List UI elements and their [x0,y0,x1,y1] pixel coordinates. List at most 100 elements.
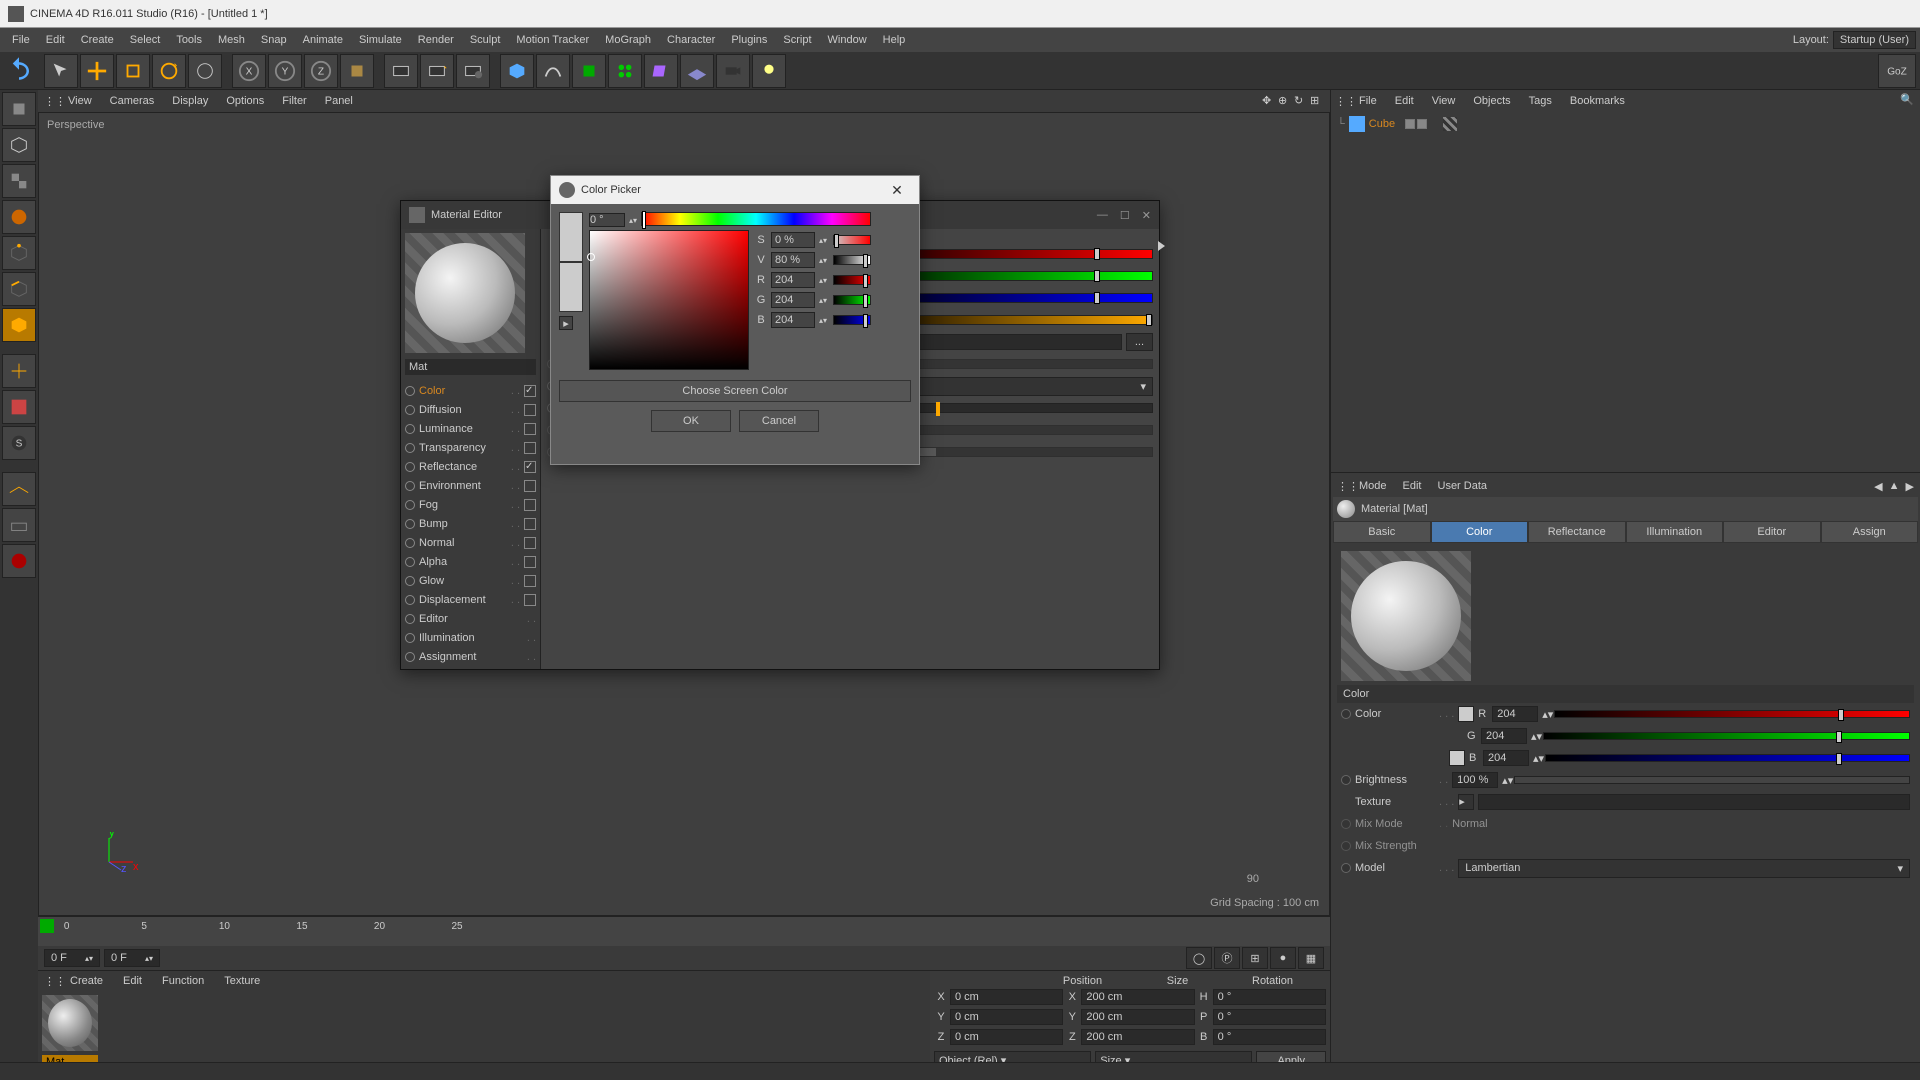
size-x[interactable]: 200 cm [1081,989,1194,1005]
me-channel-fog[interactable]: Fog. . [405,495,536,514]
pos-y[interactable]: 0 cm [950,1009,1063,1025]
cp-b-slider[interactable] [833,315,871,325]
me-channel-check[interactable] [524,385,536,397]
menu-motiontracker[interactable]: Motion Tracker [508,30,597,50]
add-deformer[interactable] [644,54,678,88]
edge-mode[interactable] [2,272,36,306]
material-preview[interactable] [1341,551,1471,681]
size-z[interactable]: 200 cm [1081,1029,1194,1045]
om-edit[interactable]: Edit [1387,93,1422,109]
vp-menu-filter[interactable]: Filter [274,93,314,109]
me-channel-reflectance[interactable]: Reflectance. . [405,457,536,476]
add-camera[interactable] [716,54,750,88]
model-mode[interactable] [2,128,36,162]
cp-v-slider[interactable] [833,255,871,265]
nav-up-icon[interactable]: ▲ [1889,480,1900,493]
locked-workplane[interactable] [2,472,36,506]
add-array[interactable] [608,54,642,88]
goz-button[interactable]: GoZ [1878,54,1916,88]
me-channel-check[interactable] [524,442,536,454]
me-channel-displacement[interactable]: Displacement. . [405,590,536,609]
color-swatch[interactable] [1458,706,1474,722]
color-picker-title-bar[interactable]: Color Picker ✕ [551,176,919,204]
cp-r[interactable]: 204 [771,272,815,288]
menu-file[interactable]: File [4,30,38,50]
me-channel-assignment[interactable]: Assignment. . [405,647,536,666]
cp-s[interactable]: 0 % [771,232,815,248]
attr-r[interactable]: 204 [1492,706,1538,722]
close-icon[interactable]: ✕ [1142,209,1151,222]
me-channel-glow[interactable]: Glow. . [405,571,536,590]
object-row-cube[interactable]: └ Cube [1337,114,1914,134]
maximize-icon[interactable]: ☐ [1120,209,1130,222]
mat-menu-create[interactable]: Create [62,973,111,989]
size-y[interactable]: 200 cm [1081,1009,1194,1025]
live-select-tool[interactable] [44,54,78,88]
attr-r-slider[interactable] [1554,710,1910,718]
tab-basic[interactable]: Basic [1333,521,1431,543]
play-frame[interactable]: ▦ [1298,947,1324,969]
me-name-field[interactable]: Mat [405,359,536,375]
cp-s-slider[interactable] [833,235,871,245]
frame-current[interactable]: 0 F▴▾ [104,949,160,967]
cp-g-slider[interactable] [833,295,871,305]
me-channel-environment[interactable]: Environment. . [405,476,536,495]
cp-v[interactable]: 80 % [771,252,815,268]
add-spline[interactable] [536,54,570,88]
me-channel-luminance[interactable]: Luminance. . [405,419,536,438]
tab-assign[interactable]: Assign [1821,521,1919,543]
enable-axis[interactable] [2,354,36,388]
cp-expand-icon[interactable]: ▸ [559,316,573,330]
z-axis-lock[interactable]: Z [304,54,338,88]
me-channel-check[interactable] [524,537,536,549]
me-expand-arrow[interactable] [1158,241,1165,251]
am-mode[interactable]: Mode [1351,478,1395,494]
me-channel-check[interactable] [524,556,536,568]
tab-editor[interactable]: Editor [1723,521,1821,543]
attr-b[interactable]: 204 [1483,750,1529,766]
play-circle-o[interactable]: ◯ [1186,947,1212,969]
x-axis-lock[interactable]: X [232,54,266,88]
play-record[interactable]: ● [1270,947,1296,969]
attr-g-slider[interactable] [1543,732,1910,740]
texture-tag-icon[interactable] [1443,117,1457,131]
snap-enable[interactable]: S [2,426,36,460]
me-channel-bump[interactable]: Bump. . [405,514,536,533]
me-channel-normal[interactable]: Normal. . [405,533,536,552]
vp-zoom-icon[interactable]: ⊕ [1278,94,1292,108]
me-channel-check[interactable] [524,404,536,416]
me-channel-diffusion[interactable]: Diffusion. . [405,400,536,419]
vp-menu-cameras[interactable]: Cameras [102,93,163,109]
attr-brightness[interactable]: 100 % [1452,772,1498,788]
menu-mesh[interactable]: Mesh [210,30,253,50]
tab-color[interactable]: Color [1431,521,1529,543]
point-mode[interactable] [2,236,36,270]
rot-h[interactable]: 0 ° [1213,989,1326,1005]
menu-animate[interactable]: Animate [295,30,351,50]
vp-menu-panel[interactable]: Panel [317,93,361,109]
tab-reflectance[interactable]: Reflectance [1528,521,1626,543]
viewport-solo[interactable] [2,390,36,424]
cp-r-slider[interactable] [833,275,871,285]
pos-z[interactable]: 0 cm [950,1029,1063,1045]
timeline[interactable]: 0 5 10 15 20 25 [38,916,1330,946]
om-objects[interactable]: Objects [1465,93,1518,109]
om-file[interactable]: File [1351,93,1385,109]
workplane-mode[interactable] [2,200,36,234]
add-nurbs[interactable] [572,54,606,88]
menu-plugins[interactable]: Plugins [723,30,775,50]
play-grid[interactable]: ⊞ [1242,947,1268,969]
search-icon[interactable]: 🔍 [1900,93,1916,109]
menu-mograph[interactable]: MoGraph [597,30,659,50]
om-view[interactable]: View [1424,93,1464,109]
add-floor[interactable] [680,54,714,88]
menu-snap[interactable]: Snap [253,30,295,50]
cp-sv-field[interactable] [589,230,749,370]
cp-hue-field[interactable] [589,213,625,227]
rotate-tool[interactable] [152,54,186,88]
make-editable[interactable] [2,92,36,126]
texture-field[interactable] [1478,794,1910,810]
render-settings[interactable] [456,54,490,88]
me-channel-check[interactable] [524,461,536,473]
me-preview[interactable] [405,233,525,353]
